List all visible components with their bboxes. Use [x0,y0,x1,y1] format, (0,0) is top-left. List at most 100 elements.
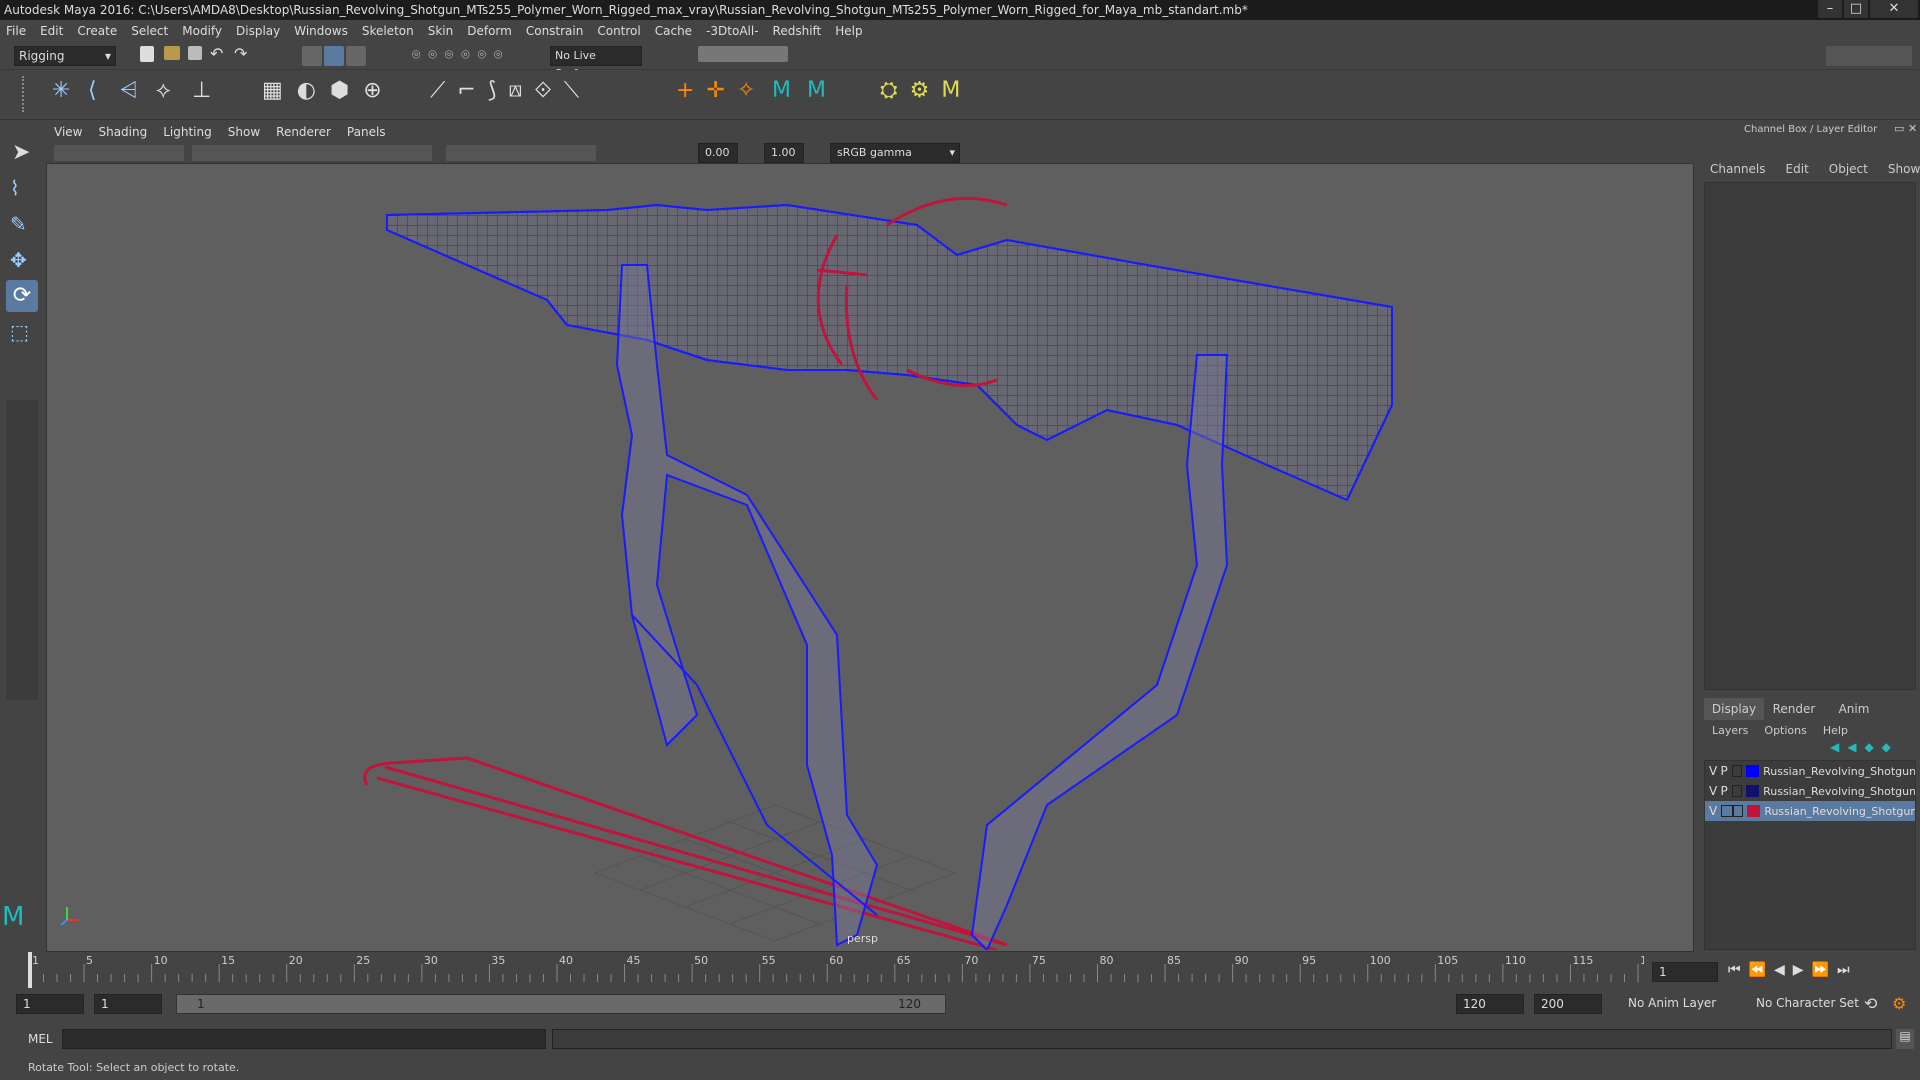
vp-menu-renderer[interactable]: Renderer [276,125,331,139]
menu-skeleton[interactable]: Skeleton [362,24,414,38]
script-icons[interactable]: ⛭⚙Μ [880,78,972,103]
ik-spline-icon[interactable]: ⩤ [120,78,138,103]
layer-name[interactable]: Russian_Revolving_Shotgun_ [1763,785,1915,798]
mirror-joint-icon[interactable]: ⊥ [192,78,211,103]
constraint-icons[interactable]: ⟋⌐⟆⟎⟐⟍ [430,78,591,103]
cb-menu-edit[interactable]: Edit [1786,162,1809,176]
ik-handle-icon[interactable]: ⟨ [88,78,97,103]
current-frame-field[interactable]: 1 [1652,962,1718,982]
cb-menu-channels[interactable]: Channels [1710,162,1766,176]
layer-type-toggle[interactable] [1732,785,1742,797]
vp-menu-show[interactable]: Show [228,125,260,139]
skin-weights-icon[interactable]: ⟡ [156,78,171,103]
panel-close-icon[interactable]: ✕ [1908,122,1917,135]
script-editor-icon[interactable]: ▤ [1896,1029,1914,1049]
menuset-dropdown[interactable]: Rigging ▾ [14,46,116,66]
layer-name[interactable]: Russian_Revolving_Shotgun_ [1763,765,1915,778]
control-icons[interactable]: +✛✧ [676,78,767,103]
menu-deform[interactable]: Deform [467,24,512,38]
camera-tools-icons[interactable] [54,145,184,161]
far-clip-field[interactable]: 1.00 [764,143,804,163]
display-toggle-icons[interactable] [192,145,432,161]
menu-redshift[interactable]: Redshift [773,24,822,38]
layer-playback-toggle[interactable]: P [1721,764,1733,778]
shading-toggle-icons[interactable] [446,145,596,161]
playback-controls[interactable]: ⏮⏪◀▶⏩⏭ [1728,962,1858,978]
maya-shelf-icons[interactable]: ΜΜ [772,78,842,103]
menu-display[interactable]: Display [236,24,280,38]
layer-color-swatch[interactable] [1745,785,1760,797]
channel-list[interactable] [1704,182,1916,690]
preferences-icon[interactable]: ⚙ [1892,994,1906,1013]
menu-edit[interactable]: Edit [40,24,63,38]
layer-menu-layers[interactable]: Layers [1712,724,1748,737]
menu-windows[interactable]: Windows [294,24,348,38]
menu-file[interactable]: File [6,24,26,38]
joint-tool-icon[interactable]: ✳ [52,78,70,103]
live-surface-field[interactable]: No Live Surface [550,46,642,80]
save-scene-icon[interactable] [188,46,202,60]
menu-modify[interactable]: Modify [182,24,222,38]
open-scene-icon[interactable] [164,46,180,60]
playback-end-field[interactable]: 120 [1456,994,1524,1014]
paint-select-icon[interactable]: ✎ [10,212,27,236]
anim-end-field[interactable]: 200 [1534,994,1602,1014]
layer-playback-toggle[interactable]: P [1721,784,1733,798]
menu-cache[interactable]: Cache [655,24,692,38]
menu-select[interactable]: Select [131,24,168,38]
tab-anim[interactable]: Anim [1824,698,1884,720]
layer-row[interactable]: V P Russian_Revolving_Shotgun_ [1705,761,1915,781]
layer-visible-toggle[interactable]: V [1709,804,1721,818]
character-set-dropdown[interactable]: No Character Set [1756,996,1859,1010]
layer-name[interactable]: Russian_Revolving_Shotgun [1764,805,1915,818]
menu-help[interactable]: Help [835,24,862,38]
layer-playback-toggle[interactable] [1720,805,1733,817]
lasso-tool-icon[interactable]: ⌇ [10,176,20,200]
layer-color-swatch[interactable] [1745,765,1760,777]
layer-visible-toggle[interactable]: V [1709,764,1721,778]
layer-row-selected[interactable]: V Russian_Revolving_Shotgun [1705,801,1915,821]
time-slider[interactable]: 1 5 10 15 20 25 30 35 40 45 50 55 60 65 70 75 80 85 90 95 10… [0,952,1920,988]
menu-control[interactable]: Control [597,24,640,38]
layer-type-toggle[interactable] [1732,805,1743,817]
time-ruler[interactable]: 1 5 10 15 20 25 30 35 40 45 50 55 60 65 70 75 80 85 90 95 10… [24,952,1644,988]
maximize-button[interactable]: □ [1844,0,1868,18]
vp-menu-panels[interactable]: Panels [347,125,386,139]
layer-color-swatch[interactable] [1746,805,1761,817]
layout-presets[interactable] [6,400,38,700]
script-language-label[interactable]: MEL [28,1032,53,1046]
minimize-button[interactable]: – [1818,0,1842,18]
auto-key-icon[interactable]: ⟲ [1864,994,1877,1013]
anim-start-field[interactable]: 1 [16,994,84,1014]
scale-tool-icon[interactable]: ⬚ [10,320,29,344]
redo-icon[interactable]: ↷ [234,44,247,63]
render-icons[interactable] [698,46,788,62]
new-scene-icon[interactable] [140,46,154,62]
vp-menu-shading[interactable]: Shading [98,125,147,139]
cb-menu-object[interactable]: Object [1829,162,1868,176]
current-time-marker[interactable] [28,952,32,988]
layer-type-toggle[interactable] [1732,765,1742,777]
color-space-dropdown[interactable]: sRGB gamma ▾ [830,143,960,163]
panel-float-icon[interactable]: ▭ [1894,122,1904,135]
panel-toggle-icons[interactable] [1826,46,1912,66]
anim-layer-dropdown[interactable]: No Anim Layer [1628,996,1716,1010]
snap-icons[interactable]: ⌾⌾⌾⌾⌾⌾ [412,47,510,63]
menu-skin[interactable]: Skin [428,24,454,38]
cb-menu-show[interactable]: Show [1888,162,1920,176]
layer-menu-options[interactable]: Options [1764,724,1806,737]
tab-render[interactable]: Render [1764,698,1824,720]
command-input[interactable] [62,1029,546,1049]
layer-visible-toggle[interactable]: V [1709,784,1721,798]
move-tool-icon[interactable]: ✥ [10,248,27,272]
range-bar[interactable]: 1 120 [176,994,946,1014]
deformer-icons[interactable]: ▦◐⬢⊕ [262,78,396,103]
layer-row[interactable]: V P Russian_Revolving_Shotgun_ [1705,781,1915,801]
3d-scene[interactable]: persp [47,165,1693,950]
vp-menu-view[interactable]: View [54,125,82,139]
rotate-tool-icon[interactable]: ⟳ [6,280,38,312]
undo-icon[interactable]: ↶ [210,44,223,63]
layer-menu-help[interactable]: Help [1823,724,1848,737]
menu-3dtoall[interactable]: -3DtoAll- [706,24,758,38]
menu-create[interactable]: Create [77,24,117,38]
